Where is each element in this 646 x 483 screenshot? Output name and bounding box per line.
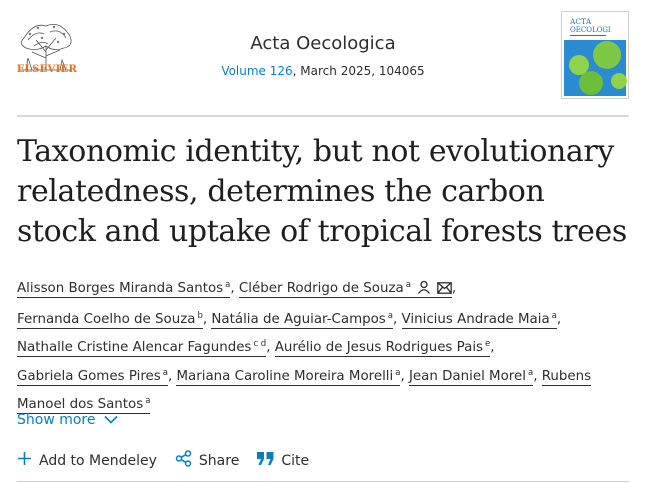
email-icon[interactable] bbox=[437, 279, 452, 304]
author-name: Cléber Rodrigo de Souza bbox=[238, 281, 404, 296]
author-link[interactable]: Jean Daniel Morel a bbox=[408, 368, 534, 386]
journal-title[interactable]: Acta Oecologica bbox=[0, 33, 646, 54]
author-name: Nathalle Cristine Alencar Fagundes bbox=[17, 340, 252, 355]
affiliation-marker[interactable]: c d bbox=[253, 339, 266, 349]
author-link[interactable]: Alisson Borges Miranda Santos a bbox=[17, 280, 231, 298]
affiliation-marker[interactable]: a bbox=[552, 311, 557, 321]
author-name: Jean Daniel Morel bbox=[408, 368, 526, 384]
section-divider bbox=[17, 481, 629, 482]
journal-header: ELSEVIER Acta Oecologica Volume 126, Mar… bbox=[0, 0, 646, 112]
author-name: Mariana Caroline Moreira Morelli bbox=[176, 368, 394, 384]
journal-issue-info: Volume 126, March 2025, 104065 bbox=[0, 64, 646, 78]
author-name: Fernanda Coelho de Souza bbox=[17, 311, 196, 327]
add-to-mendeley-button[interactable]: Add to Mendeley bbox=[17, 451, 157, 470]
author-name: Gabriela Gomes Pires bbox=[17, 368, 161, 384]
affiliation-marker[interactable]: a bbox=[163, 368, 168, 378]
author-link[interactable]: Mariana Caroline Moreira Morelli a bbox=[176, 368, 401, 386]
quote-icon bbox=[257, 451, 274, 470]
affiliation-marker[interactable]: a bbox=[395, 368, 400, 378]
share-icon bbox=[175, 450, 192, 471]
author-link[interactable]: Nathalle Cristine Alencar Fagundes c d bbox=[17, 339, 267, 357]
share-label: Share bbox=[198, 452, 240, 469]
affiliation-marker[interactable]: a bbox=[145, 396, 150, 406]
affiliation-marker[interactable]: a bbox=[528, 368, 533, 378]
cite-button[interactable]: Cite bbox=[257, 451, 310, 470]
author-link[interactable]: Vinicius Andrade Maia a bbox=[401, 311, 557, 329]
author-link[interactable]: Cléber Rodrigo de Souza a bbox=[238, 280, 452, 298]
author-list: Alisson Borges Miranda Santos a, Cléber R… bbox=[17, 280, 592, 414]
add-to-mendeley-label: Add to Mendeley bbox=[39, 452, 157, 469]
cite-label: Cite bbox=[281, 452, 310, 469]
share-button[interactable]: Share bbox=[175, 450, 239, 471]
author-link[interactable]: Fernanda Coelho de Souza b bbox=[17, 311, 203, 329]
author-name: Natália de Aguiar-Campos bbox=[211, 311, 386, 327]
author-link[interactable]: Natália de Aguiar-Campos a bbox=[211, 311, 394, 329]
article-title: Taxonomic identity, but not evolutionary… bbox=[17, 134, 627, 249]
author-name: Vinicius Andrade Maia bbox=[401, 311, 550, 327]
affiliation-marker[interactable]: e bbox=[485, 339, 490, 349]
author-link[interactable]: Aurélio de Jesus Rodrigues Pais e bbox=[274, 339, 491, 357]
author-link[interactable]: Gabriela Gomes Pires a bbox=[17, 368, 168, 386]
affiliation-marker[interactable]: b bbox=[197, 311, 202, 321]
article-actions-bar: Add to Mendeley Share Cite bbox=[17, 450, 327, 471]
show-more-label: Show more bbox=[17, 412, 96, 428]
plus-icon bbox=[17, 451, 32, 470]
journal-cover-image[interactable]: ACTA OECOLOGI bbox=[561, 11, 629, 99]
author-name: Alisson Borges Miranda Santos bbox=[17, 281, 224, 296]
issue-date: , March 2025, 104065 bbox=[292, 64, 425, 78]
author-name: Aurélio de Jesus Rodrigues Pais bbox=[274, 340, 484, 355]
chevron-down-icon bbox=[103, 412, 118, 428]
volume-link[interactable]: Volume 126 bbox=[221, 64, 292, 78]
cover-title-line1: ACTA bbox=[569, 17, 592, 26]
affiliation-marker[interactable]: a bbox=[225, 280, 230, 290]
affiliation-marker[interactable]: a bbox=[388, 311, 393, 321]
header-divider bbox=[17, 115, 629, 117]
show-more-button[interactable]: Show more bbox=[17, 412, 118, 428]
affiliation-marker[interactable]: a bbox=[406, 280, 411, 290]
person-icon[interactable] bbox=[417, 279, 431, 304]
cover-title-line2: OECOLOGI bbox=[570, 26, 611, 34]
